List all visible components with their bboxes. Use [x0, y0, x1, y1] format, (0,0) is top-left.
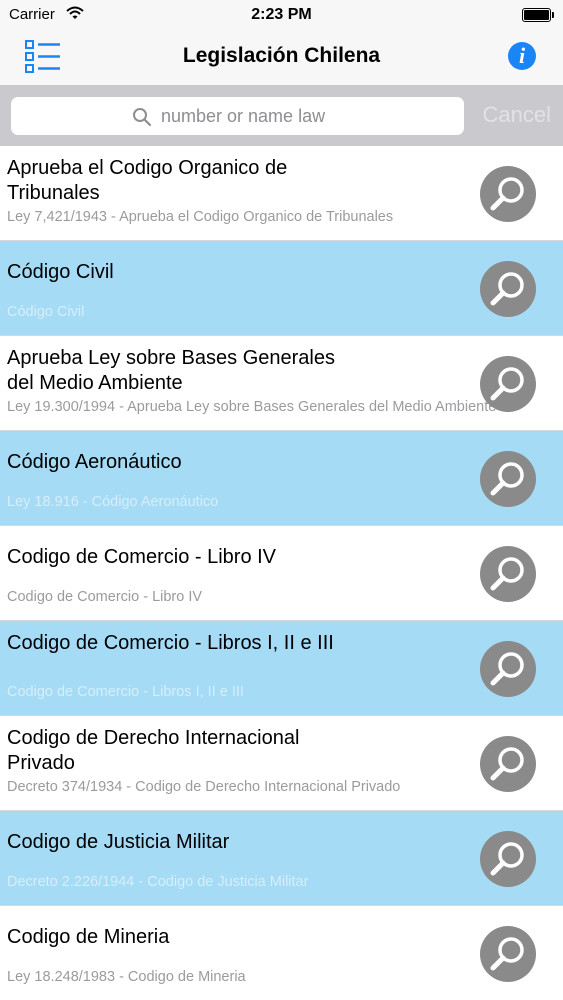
law-subtitle: Ley 18.916 - Código Aeronáutico	[7, 494, 219, 510]
law-title: Aprueba Ley sobre Bases Generales del Me…	[7, 347, 335, 394]
law-row[interactable]: Codigo de Comercio - Libro IV Codigo de C…	[0, 526, 563, 621]
law-title: Codigo de Derecho Internacional Privado	[7, 727, 300, 774]
magnifier-icon	[490, 842, 524, 876]
law-search-button[interactable]	[480, 261, 536, 317]
law-subtitle: Codigo de Comercio - Libros I, II e III	[7, 684, 244, 700]
law-title: Codigo de Comercio - Libro IV	[7, 546, 277, 568]
law-search-button[interactable]	[480, 166, 536, 222]
law-row[interactable]: Codigo de Comercio - Libros I, II e III C…	[0, 621, 563, 716]
magnifier-icon	[490, 367, 524, 401]
law-search-button[interactable]	[480, 451, 536, 507]
law-subtitle: Codigo de Comercio - Libro IV	[7, 589, 203, 605]
law-row[interactable]: Codigo de Justicia Militar Decreto 2.226/…	[0, 811, 563, 906]
magnifier-icon	[490, 557, 524, 591]
law-row[interactable]: Aprueba el Codigo Organico de Tribunales…	[0, 146, 563, 241]
law-search-button[interactable]	[480, 546, 536, 602]
law-search-button[interactable]	[480, 356, 536, 412]
status-bar: Carrier 2:23 PM	[0, 0, 563, 30]
status-time: 2:23 PM	[251, 6, 312, 23]
search-bar	[0, 86, 563, 146]
magnifier-icon	[490, 272, 524, 306]
magnifier-icon	[490, 177, 524, 211]
law-title: Código Aeronáutico	[7, 451, 182, 473]
magnifier-icon	[490, 652, 524, 686]
law-subtitle: Ley 18.248/1983 - Codigo de Mineria	[7, 969, 246, 985]
law-search-button[interactable]	[480, 641, 536, 697]
law-row[interactable]: Código Civil Código Civil	[0, 241, 563, 336]
magnifier-icon	[490, 462, 524, 496]
law-subtitle: Código Civil	[7, 304, 85, 320]
navigation-bar: Legislación Chilena i	[0, 30, 563, 86]
law-row[interactable]: Codigo de Derecho Internacional Privado D…	[0, 716, 563, 811]
battery-icon	[522, 8, 554, 22]
law-search-button[interactable]	[480, 736, 536, 792]
info-icon[interactable]: i	[508, 42, 536, 70]
law-title: Código Civil	[7, 261, 114, 283]
law-subtitle: Decreto 374/1934 - Codigo de Derecho Int…	[7, 779, 401, 795]
law-search-button[interactable]	[480, 831, 536, 887]
law-list: Aprueba el Codigo Organico de Tribunales…	[0, 146, 563, 1000]
cancel-button[interactable]: Cancel	[483, 102, 551, 128]
law-subtitle: Ley 19.300/1994 - Aprueba Ley sobre Base…	[7, 399, 497, 415]
magnifier-icon	[490, 747, 524, 781]
law-subtitle: Decreto 2.226/1944 - Codigo de Justicia …	[7, 874, 309, 890]
law-search-button[interactable]	[480, 926, 536, 982]
law-title: Codigo de Justicia Militar	[7, 831, 230, 853]
law-title: Codigo de Mineria	[7, 926, 170, 948]
law-row[interactable]: Código Aeronáutico Ley 18.916 - Código Ae…	[0, 431, 563, 526]
law-subtitle: Ley 7,421/1943 - Aprueba el Codigo Organ…	[7, 209, 394, 225]
law-title: Codigo de Comercio - Libros I, II e III	[7, 632, 334, 654]
magnifier-icon	[490, 937, 524, 971]
search-input[interactable]	[11, 97, 464, 135]
law-title: Aprueba el Codigo Organico de Tribunales	[7, 157, 288, 204]
law-row[interactable]: Aprueba Ley sobre Bases Generales del Me…	[0, 336, 563, 431]
page-title: Legislación Chilena	[182, 44, 381, 67]
law-row[interactable]: Codigo de Mineria Ley 18.248/1983 - Codig…	[0, 906, 563, 1000]
